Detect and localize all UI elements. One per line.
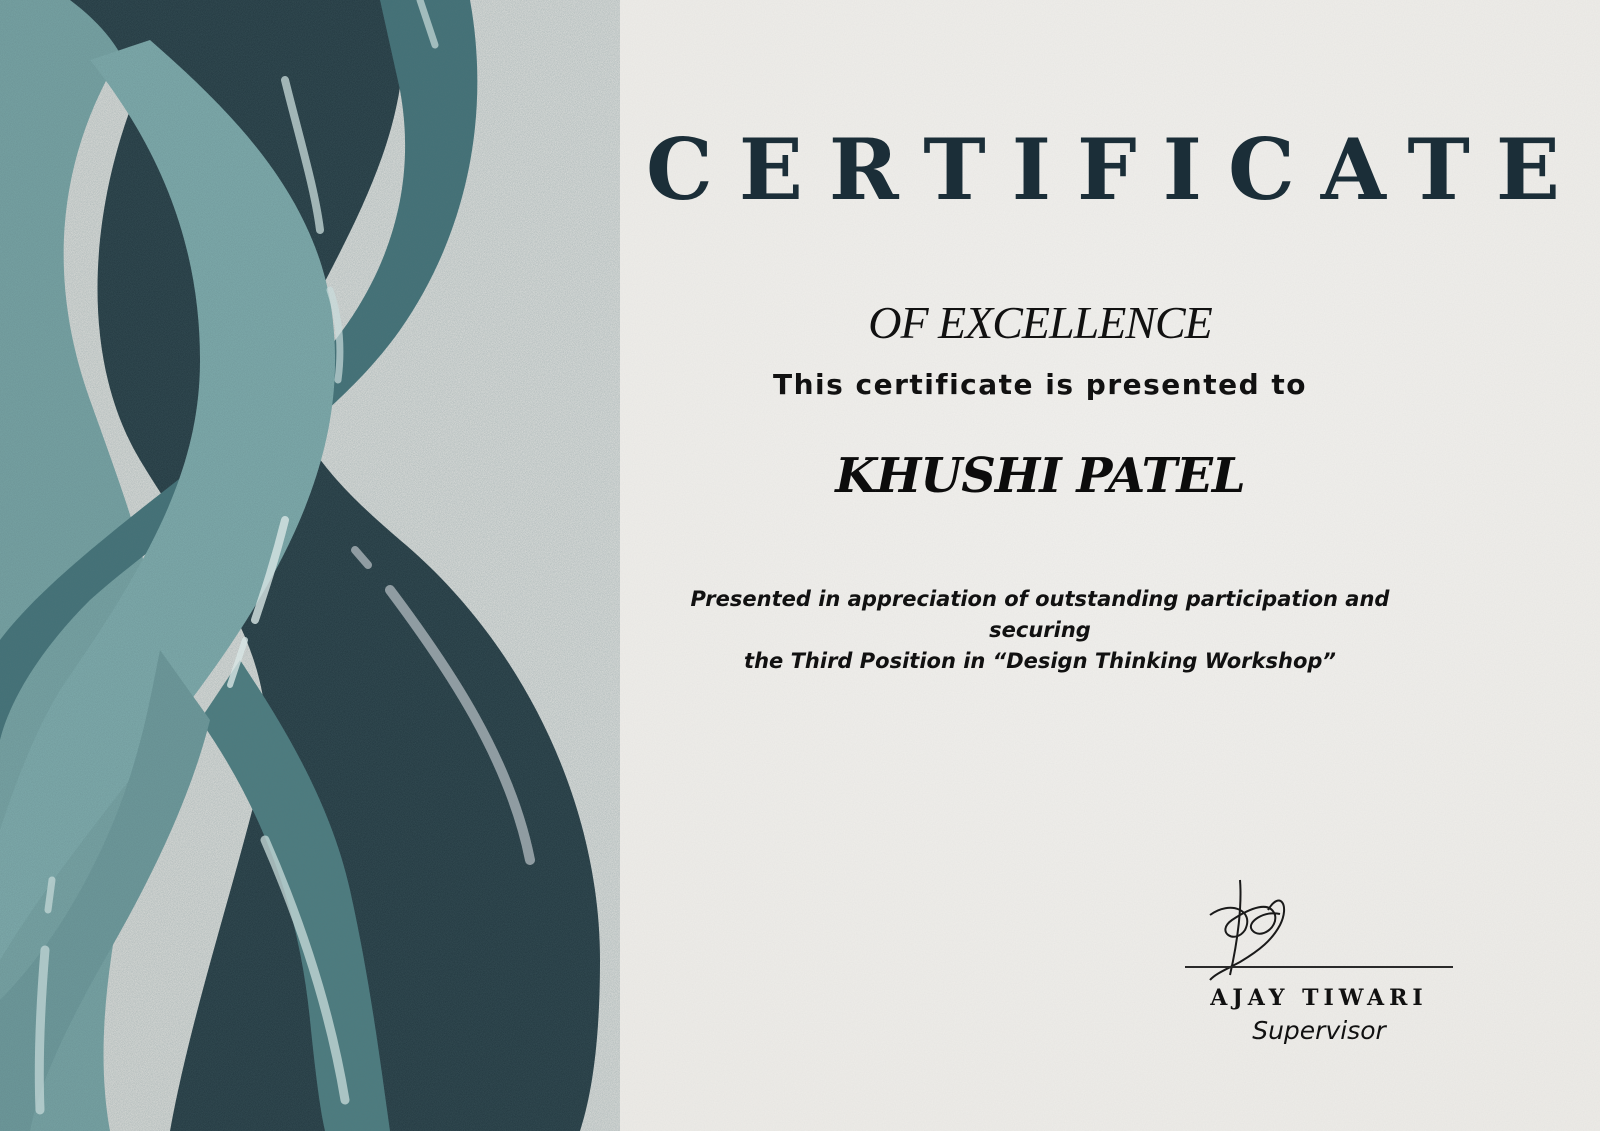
certificate-subtitle: OF EXCELLENCE	[868, 297, 1213, 348]
handwritten-signature	[1209, 879, 1286, 981]
recipient-name: KHUSHI PATEL	[835, 448, 1245, 504]
certificate-title: CERTIFICATE	[646, 120, 1586, 219]
award-reason-line-2: the Third Position in “Design Thinking W…	[744, 649, 1336, 673]
signatory-role: Supervisor	[1252, 1016, 1386, 1045]
decorative-wave-art	[0, 0, 620, 1131]
presented-to-line: This certificate is presented to	[772, 368, 1308, 401]
signature-line	[1185, 966, 1453, 968]
award-reason: Presented in appreciation of outstanding…	[660, 584, 1420, 677]
award-reason-line-1: Presented in appreciation of outstanding…	[690, 587, 1390, 642]
certificate-page: CERTIFICATE OF EXCELLENCE This certifica…	[0, 0, 1600, 1131]
signatory-name: AJAY TIWARI	[1210, 985, 1428, 1011]
